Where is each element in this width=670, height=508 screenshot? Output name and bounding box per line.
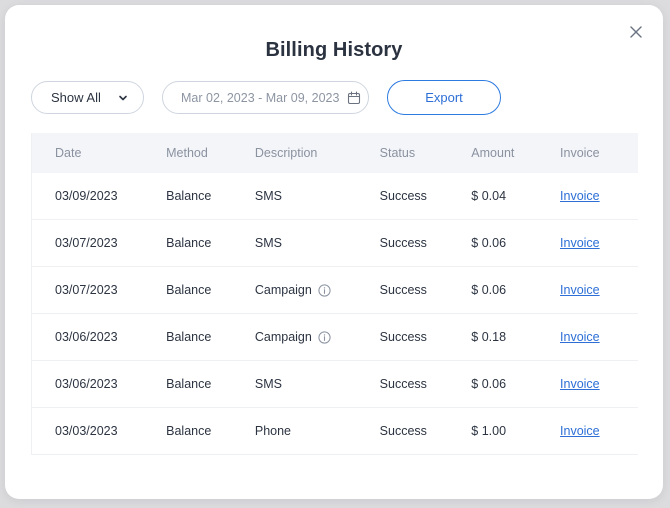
header-amount: Amount: [471, 146, 515, 160]
description-text: SMS: [254, 189, 282, 203]
export-button[interactable]: Export: [387, 80, 501, 115]
cell-description: Campaign: [255, 330, 380, 344]
cell-date: 03/06/2023: [55, 377, 118, 391]
table-row: 03/03/2023 Balance Phone Success $ 1.00 …: [32, 408, 638, 455]
cell-date: 03/07/2023: [55, 236, 118, 250]
cell-invoice: Invoice: [560, 189, 638, 203]
chevron-down-icon: [117, 92, 129, 104]
cell-invoice: Invoice: [560, 236, 638, 250]
cell-status: Success: [379, 330, 427, 344]
table-row: 03/07/2023 Balance SMS Success $ 0.06 In…: [32, 220, 638, 267]
cell-status: Success: [379, 424, 427, 438]
show-filter-select[interactable]: Show All: [31, 81, 144, 114]
invoice-link[interactable]: Invoice: [560, 424, 600, 438]
table-header: Date Method Description Status Amount In…: [32, 133, 638, 173]
cell-amount: $ 0.06: [471, 283, 507, 297]
modal-title: Billing History: [265, 39, 403, 61]
cell-amount: $ 1.00: [471, 424, 507, 438]
cell-date: 03/06/2023: [55, 330, 118, 344]
cell-method: Balance: [166, 330, 212, 344]
cell-description: Campaign: [255, 283, 380, 297]
calendar-icon: [347, 90, 361, 105]
cell-date: 03/03/2023: [55, 424, 118, 438]
cell-date: 03/09/2023: [55, 189, 118, 203]
description-text: SMS: [254, 377, 282, 391]
description-text: Phone: [254, 424, 292, 438]
cell-invoice: Invoice: [560, 330, 638, 344]
cell-description: SMS: [255, 236, 380, 250]
table-row: 03/06/2023 Balance Campaign Success $ 0.…: [32, 314, 638, 361]
table-row: 03/09/2023 Balance SMS Success $ 0.04 In…: [32, 173, 638, 220]
show-filter-value: Show All: [51, 90, 101, 105]
description-text: Campaign: [254, 330, 312, 344]
header-date: Date: [55, 146, 82, 160]
cell-amount: $ 0.04: [471, 189, 507, 203]
cell-description: Phone: [255, 424, 380, 438]
cell-amount: $ 0.18: [471, 330, 507, 344]
cell-amount: $ 0.06: [471, 236, 507, 250]
header-method: Method: [166, 146, 208, 160]
description-text: SMS: [254, 236, 282, 250]
cell-method: Balance: [166, 424, 212, 438]
table-row: 03/07/2023 Balance Campaign Success $ 0.…: [32, 267, 638, 314]
cell-status: Success: [379, 189, 427, 203]
date-range-picker[interactable]: Mar 02, 2023 - Mar 09, 2023: [162, 81, 369, 114]
cell-invoice: Invoice: [560, 283, 638, 297]
table-row: 03/06/2023 Balance SMS Success $ 0.06 In…: [32, 361, 638, 408]
cell-status: Success: [379, 377, 427, 391]
date-range-value: Mar 02, 2023 - Mar 09, 2023: [181, 90, 340, 105]
invoice-link[interactable]: Invoice: [560, 377, 600, 391]
cell-status: Success: [379, 236, 427, 250]
info-icon[interactable]: [318, 330, 331, 344]
invoice-link[interactable]: Invoice: [560, 330, 600, 344]
billing-table: Date Method Description Status Amount In…: [31, 133, 638, 455]
header-description: Description: [254, 146, 318, 160]
cell-amount: $ 0.06: [471, 377, 507, 391]
info-icon[interactable]: [318, 283, 331, 297]
cell-date: 03/07/2023: [55, 283, 118, 297]
cell-method: Balance: [166, 189, 212, 203]
header-invoice: Invoice: [560, 146, 600, 160]
cell-method: Balance: [166, 283, 212, 297]
invoice-link[interactable]: Invoice: [560, 236, 600, 250]
filter-bar: Show All Mar 02, 2023 - Mar 09, 2023 Exp…: [31, 80, 501, 115]
cell-invoice: Invoice: [560, 424, 638, 438]
billing-history-modal: Billing History Show All Mar 02, 2023 - …: [5, 5, 663, 499]
cell-status: Success: [379, 283, 427, 297]
cell-description: SMS: [255, 377, 380, 391]
header-status: Status: [379, 146, 416, 160]
cell-method: Balance: [166, 377, 212, 391]
cell-method: Balance: [166, 236, 212, 250]
invoice-link[interactable]: Invoice: [560, 189, 600, 203]
cell-description: SMS: [255, 189, 380, 203]
description-text: Campaign: [254, 283, 312, 297]
invoice-link[interactable]: Invoice: [560, 283, 600, 297]
cell-invoice: Invoice: [560, 377, 638, 391]
